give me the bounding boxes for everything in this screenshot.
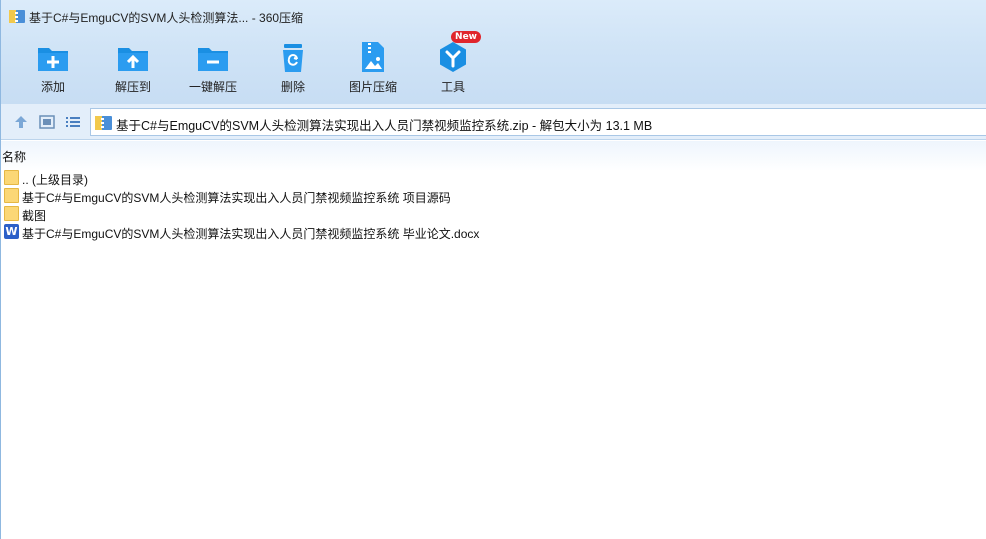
- up-arrow-icon[interactable]: [12, 113, 30, 131]
- address-bar[interactable]: 基于C#与EmguCV的SVM人头检测算法实现出入人员门禁视频监控系统.zip …: [90, 108, 986, 136]
- tools-label: 工具: [440, 80, 465, 94]
- list-item[interactable]: 基于C#与EmguCV的SVM人头检测算法实现出入人员门禁视频监控系统 项目源码: [4, 187, 604, 205]
- title-bar: 基于C#与EmguCV的SVM人头检测算法... - 360压缩: [1, 0, 986, 32]
- delete-button[interactable]: 删除: [253, 36, 333, 98]
- one-click-extract-label: 一键解压: [188, 80, 237, 94]
- list-item[interactable]: 截图: [4, 205, 604, 223]
- list-item[interactable]: .. (上级目录): [4, 169, 604, 187]
- header-area: 基于C#与EmguCV的SVM人头检测算法... - 360压缩 添加 解压到 …: [1, 0, 986, 104]
- image-compress-icon: [362, 42, 384, 72]
- folder-icon: [4, 188, 19, 203]
- one-click-extract-button[interactable]: 一键解压: [173, 36, 253, 98]
- archive-app-icon: [9, 10, 25, 23]
- column-header-name[interactable]: 名称: [2, 148, 26, 165]
- add-label: 添加: [40, 80, 65, 94]
- list-item-name: 基于C#与EmguCV的SVM人头检测算法实现出入人员门禁视频监控系统 毕业论文…: [22, 227, 480, 241]
- list-item[interactable]: W 基于C#与EmguCV的SVM人头检测算法实现出入人员门禁视频监控系统 毕业…: [4, 223, 604, 241]
- toolbar: 添加 解压到 一键解压 删除 图片压缩 New 工具: [1, 31, 986, 100]
- app-window: 基于C#与EmguCV的SVM人头检测算法... - 360压缩 添加 解压到 …: [0, 0, 986, 539]
- extract-to-button[interactable]: 解压到: [93, 36, 173, 98]
- image-compress-button[interactable]: 图片压缩: [333, 36, 413, 98]
- list-item-name: .. (上级目录): [22, 173, 88, 187]
- file-list: 名称 .. (上级目录) 基于C#与EmguCV的SVM人头检测算法实现出入人员…: [1, 141, 986, 539]
- archive-path: 基于C#与EmguCV的SVM人头检测算法实现出入人员门禁视频监控系统.zip …: [116, 119, 653, 133]
- extract-to-label: 解压到: [114, 80, 151, 94]
- zip-file-icon: [95, 116, 112, 130]
- word-document-icon: W: [4, 224, 19, 239]
- delete-icon: [283, 44, 303, 72]
- tools-button[interactable]: New 工具: [413, 31, 493, 98]
- navigation-bar: 基于C#与EmguCV的SVM人头检测算法实现出入人员门禁视频监控系统.zip …: [1, 104, 986, 140]
- list-item-name: 基于C#与EmguCV的SVM人头检测算法实现出入人员门禁视频监控系统 项目源码: [22, 191, 451, 205]
- delete-label: 删除: [280, 80, 305, 94]
- folder-icon: [4, 206, 19, 221]
- tools-icon: [440, 42, 466, 72]
- window-title: 基于C#与EmguCV的SVM人头检测算法... - 360压缩: [29, 11, 304, 25]
- new-badge: New: [451, 31, 481, 43]
- list-view-icon[interactable]: [64, 113, 82, 131]
- extract-to-icon: [118, 48, 148, 71]
- folder-icon: [4, 170, 19, 185]
- one-click-extract-icon: [198, 48, 228, 71]
- image-compress-label: 图片压缩: [348, 80, 397, 94]
- thumbnail-view-icon[interactable]: [38, 113, 56, 131]
- add-button[interactable]: 添加: [13, 36, 93, 98]
- add-icon: [38, 48, 68, 71]
- list-item-name: 截图: [22, 209, 47, 223]
